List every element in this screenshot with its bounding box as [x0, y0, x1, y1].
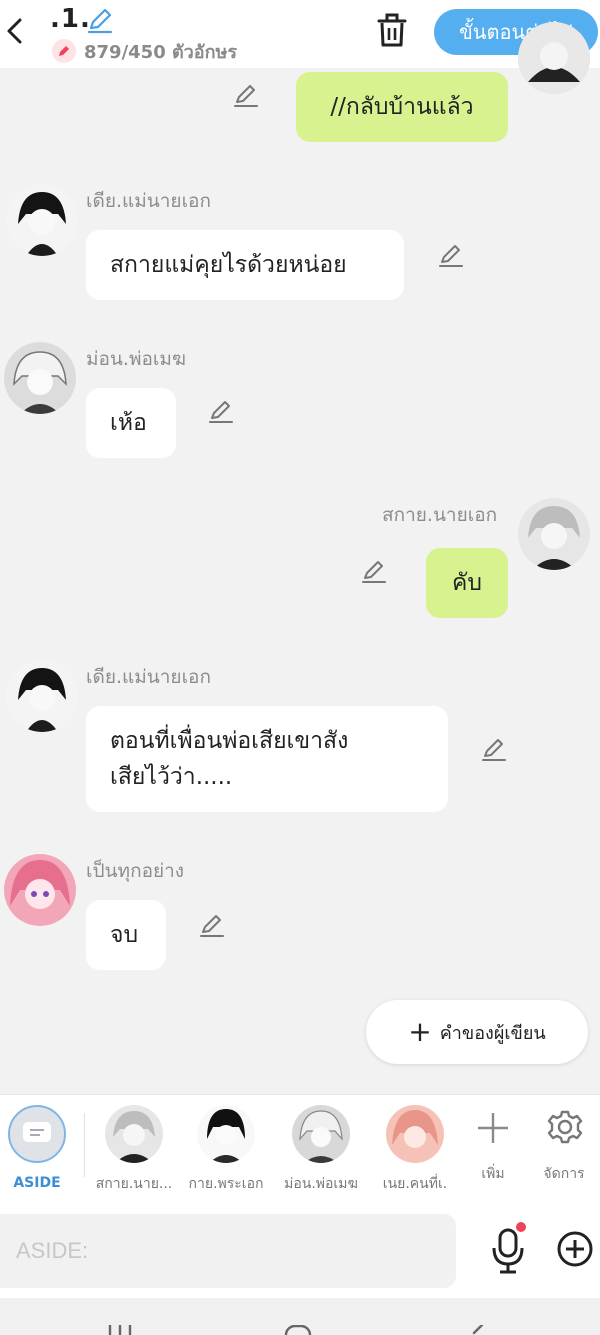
aside-label: ASIDE [13, 1175, 61, 1191]
character-label: สกาย.นาย... [95, 1176, 173, 1192]
avatar[interactable] [4, 854, 76, 926]
speaker-name: ม่อน.พ่อเมฆ [86, 348, 187, 370]
character-item[interactable]: เนย.คนที่เ. [370, 1095, 460, 1205]
character-count-text: 879/450 ตัวอักษร [84, 41, 238, 63]
character-label: ม่อน.พ่อเมฆ [284, 1176, 358, 1192]
manage-characters-button[interactable]: จัดการ [530, 1095, 598, 1205]
divider [84, 1113, 85, 1177]
author-words-button[interactable]: + คำของผู้เขียน [366, 1000, 588, 1064]
character-avatar [105, 1105, 163, 1163]
edit-message-pencil-icon[interactable] [480, 736, 508, 764]
manage-label: จัดการ [543, 1166, 585, 1182]
recent-apps-icon[interactable] [106, 1324, 134, 1335]
speaker-name: เป็นทุกอย่าง [86, 860, 185, 882]
plus-icon [476, 1111, 510, 1145]
message-input[interactable]: ASIDE: [0, 1214, 456, 1288]
edit-message-pencil-icon[interactable] [360, 558, 388, 586]
speaker-name: เดีย.แม่นายเอก [86, 666, 211, 688]
edit-message-pencil-icon[interactable] [437, 242, 465, 270]
message-bubble[interactable]: เห้อ [86, 388, 176, 458]
aside-character[interactable]: ASIDE [0, 1095, 74, 1205]
message-bubble[interactable]: คับ [426, 548, 508, 618]
notification-dot [516, 1222, 526, 1232]
home-icon[interactable] [284, 1324, 312, 1335]
character-label: กาย.พระเอก [188, 1176, 264, 1192]
speaker-name: เดีย.แม่นายเอก [86, 190, 211, 212]
message-bubble[interactable]: //กลับบ้านแล้ว [296, 72, 508, 142]
author-words-label: คำของผู้เขียน [439, 1022, 546, 1044]
avatar[interactable] [4, 342, 76, 414]
chat-bubble-icon [8, 1105, 66, 1163]
trash-icon[interactable] [374, 12, 410, 50]
system-nav-bar [0, 1298, 600, 1335]
character-label: เนย.คนที่เ. [382, 1176, 448, 1192]
avatar[interactable] [6, 184, 78, 256]
avatar[interactable] [6, 660, 78, 732]
character-count: 879/450 ตัวอักษร [52, 38, 237, 64]
character-avatar [197, 1105, 255, 1163]
edit-message-pencil-icon[interactable] [198, 912, 226, 940]
avatar[interactable] [518, 22, 590, 94]
character-item[interactable]: สกาย.นาย... [88, 1095, 180, 1205]
message-line: ตอนที่เพื่อนพ่อเสียเขาสัง [110, 728, 349, 754]
back-arrow-icon[interactable] [4, 14, 26, 48]
character-selector-bar: ASIDE สกาย.นาย... กาย.พระเอก ม่อน.พ่อเมฆ… [0, 1094, 600, 1204]
add-character-label: เพิ่ม [481, 1166, 505, 1182]
plus-circle-icon[interactable] [556, 1230, 594, 1268]
plus-icon: + [408, 1015, 432, 1048]
character-item[interactable]: กาย.พระเอก [182, 1095, 270, 1205]
edit-message-pencil-icon[interactable] [232, 82, 260, 110]
message-bubble[interactable]: สกายแม่คุยไรด้วยหน่อย [86, 230, 404, 300]
character-avatar [292, 1105, 350, 1163]
story-title[interactable]: .1. [50, 4, 91, 34]
add-character-button[interactable]: เพิ่ม [464, 1095, 522, 1205]
message-line: เสียไว้ว่า..... [110, 764, 233, 790]
nav-back-icon[interactable] [468, 1323, 488, 1335]
composer: ASIDE: [0, 1204, 600, 1298]
pencil-badge-icon [52, 39, 76, 63]
edit-message-pencil-icon[interactable] [207, 398, 235, 426]
message-bubble[interactable]: ตอนที่เพื่อนพ่อเสียเขาสัง เสียไว้ว่า....… [86, 706, 448, 812]
character-item[interactable]: ม่อน.พ่อเมฆ [276, 1095, 366, 1205]
character-avatar [386, 1105, 444, 1163]
avatar[interactable] [518, 498, 590, 570]
gear-icon [547, 1109, 583, 1145]
message-bubble[interactable]: จบ [86, 900, 166, 970]
edit-title-pencil-icon[interactable] [86, 6, 114, 34]
top-bar: .1. 879/450 ตัวอักษร ขั้นตอนต่อไป [0, 0, 600, 68]
speaker-name: สกาย.นายเอก [382, 504, 498, 526]
